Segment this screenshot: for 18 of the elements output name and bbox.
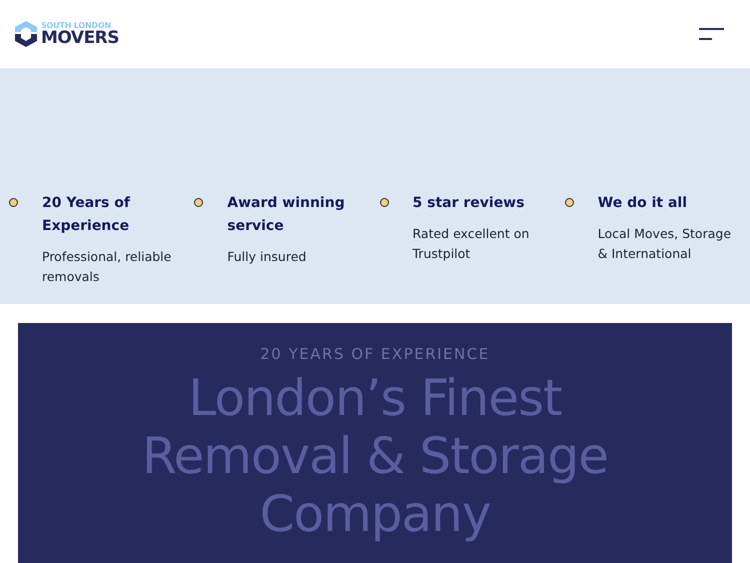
feature-title: 5 star reviews [412,194,526,213]
feature-title: We do it all [598,194,688,213]
feature-title: Award winning service [227,194,346,236]
feature-text: Local Moves, Storage & International [598,225,732,263]
logo-tagline: SOUTH LONDON [41,22,112,30]
menu-icon[interactable] [699,28,724,40]
logo-wordmark: MOVERS [41,30,120,46]
feature-text: Rated excellent on Trustpilot [412,225,530,263]
hexagon-logo-icon [14,20,38,48]
bullet-icon [194,198,204,207]
feature-text: Fully insured [227,248,308,266]
feature-text: Professional, reliable removals [42,248,172,286]
bullet-icon [380,198,388,207]
hero-headline: London’s Finest Removal & Storage Company [140,369,610,543]
bullet-icon [564,198,574,207]
feature-title: 20 Years of Experience [42,194,132,236]
bullet-icon [9,198,18,207]
hero-eyebrow: 20 YEARS OF EXPERIENCE [260,345,490,363]
